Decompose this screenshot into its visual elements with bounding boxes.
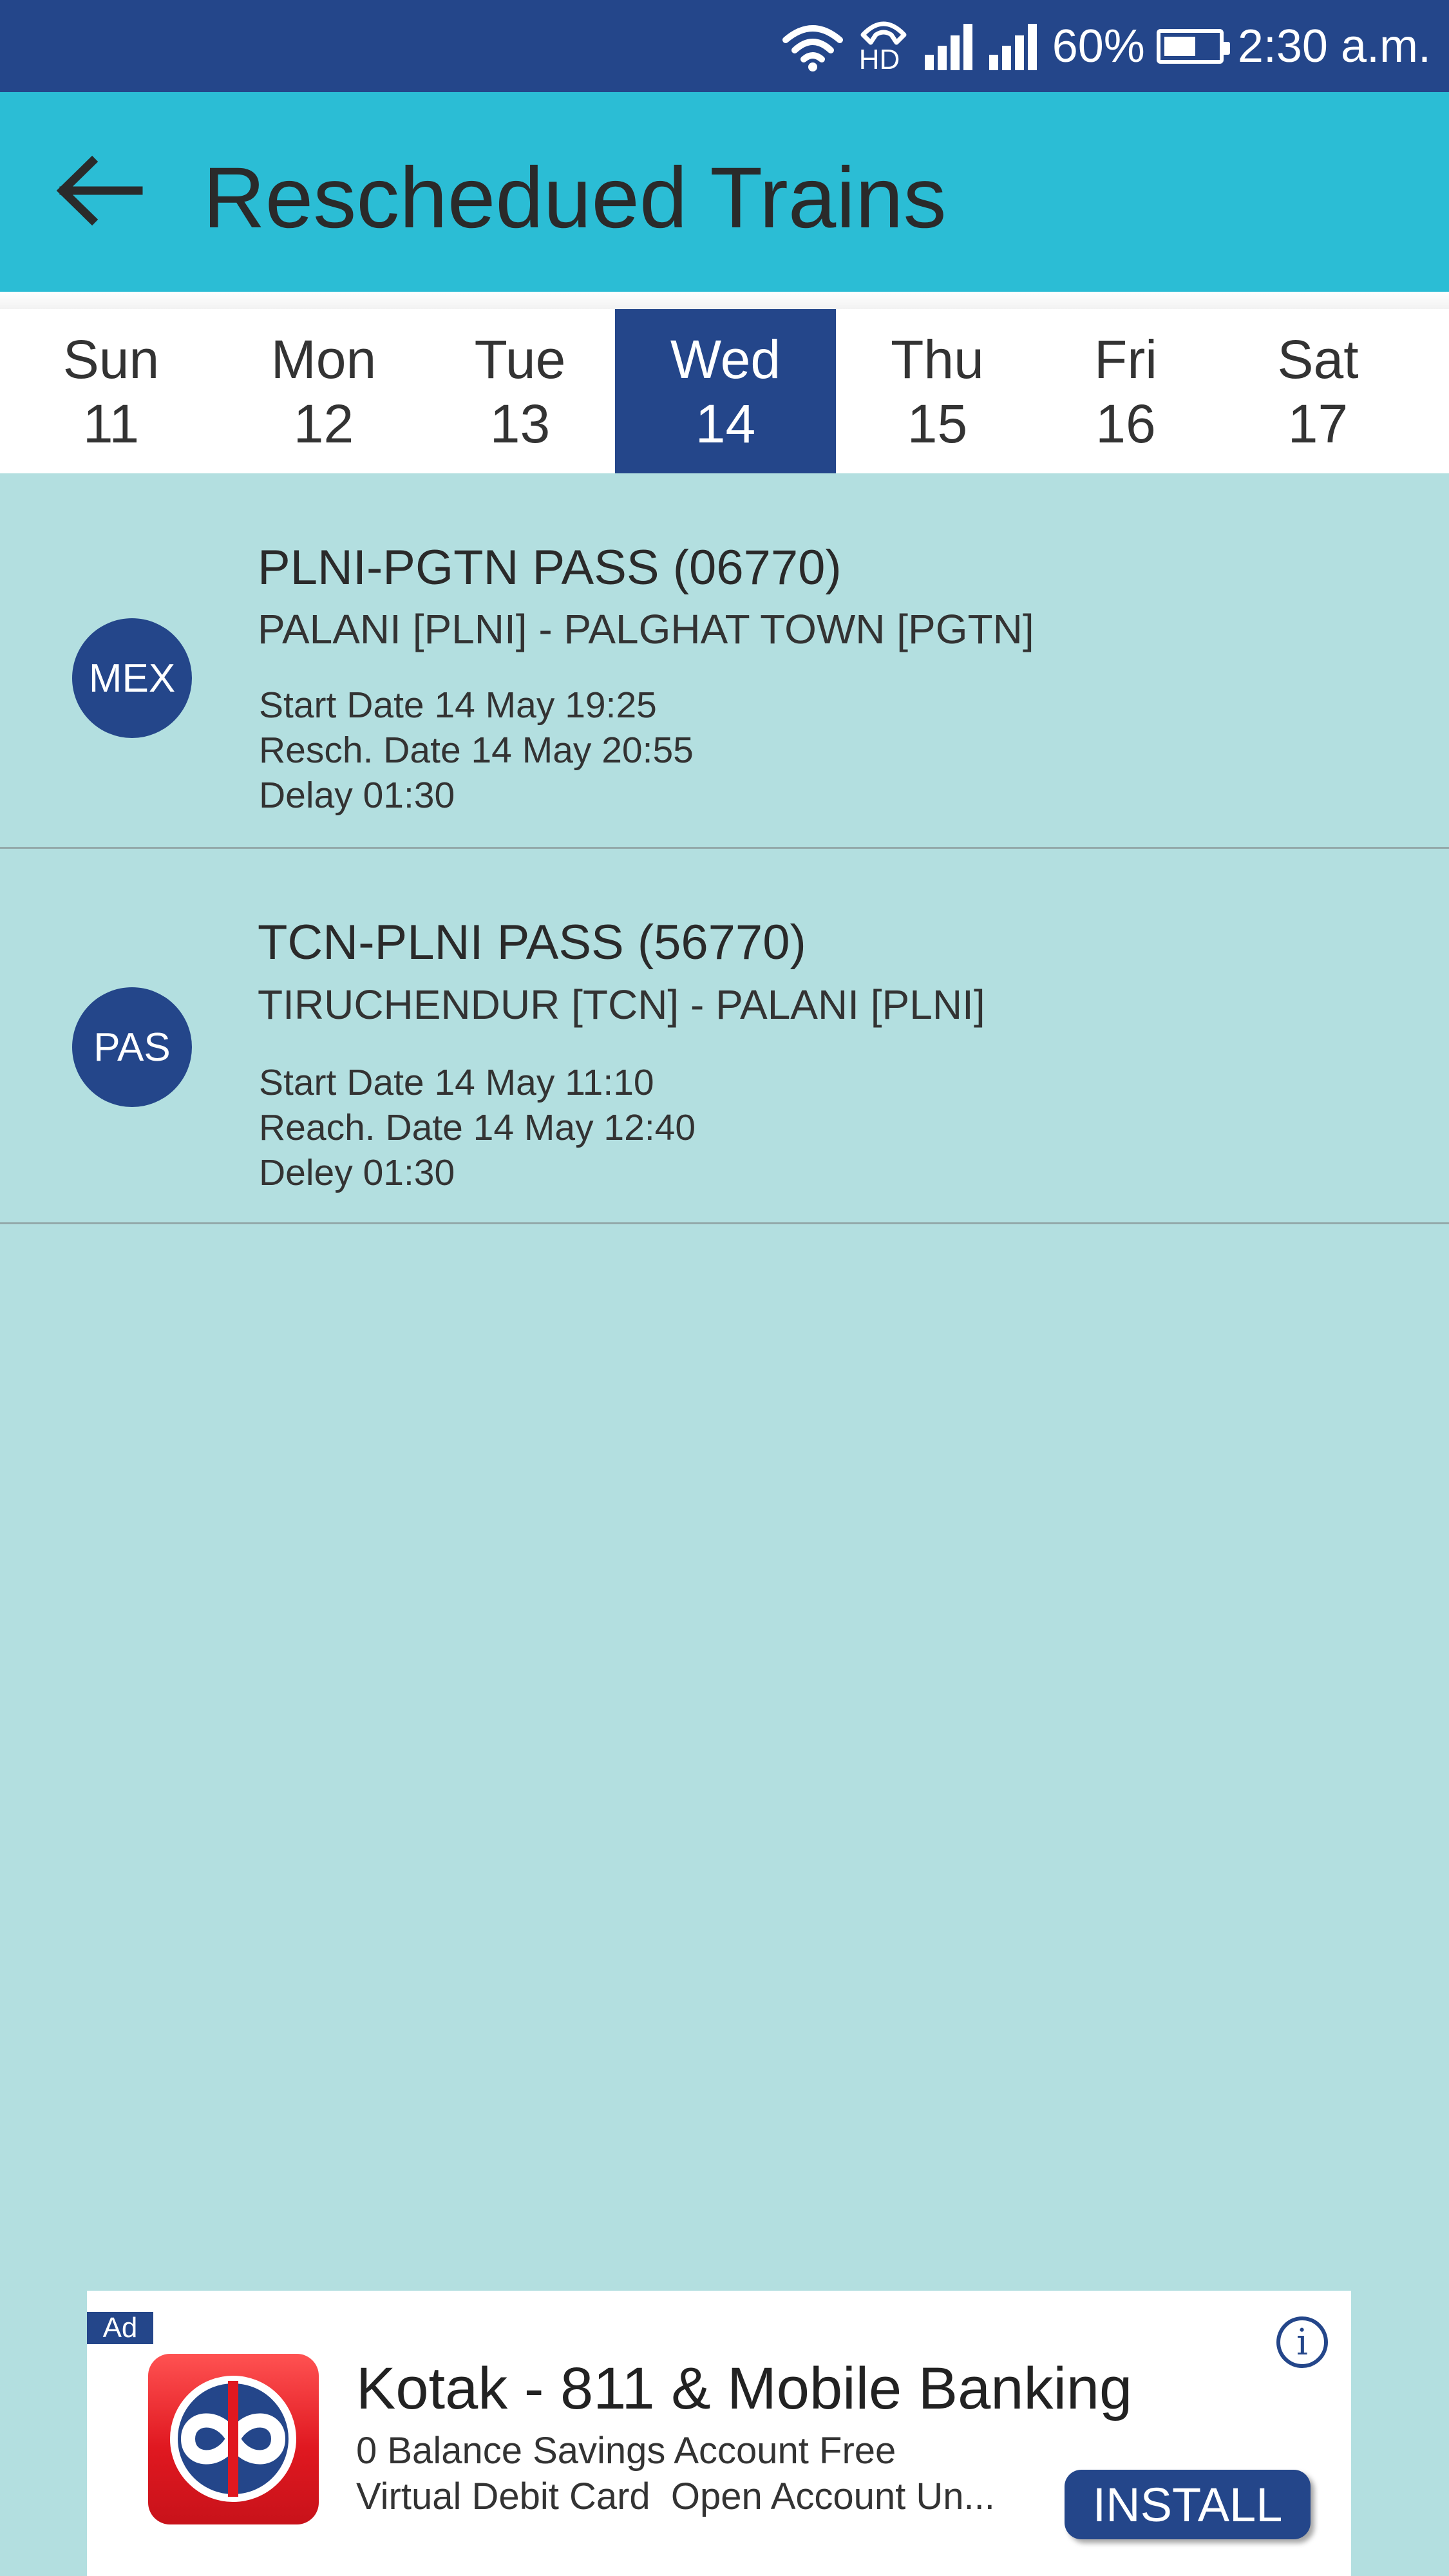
day-name: Wed [670,328,781,390]
hd-call-icon: HD [858,14,909,79]
day-name: Thu [891,328,984,390]
page-title: Reschedued Trains [203,150,947,246]
status-time: 2:30 a.m. [1237,20,1431,72]
day-tab-thu[interactable]: Thu 15 [836,309,1039,473]
battery-status: 60% [1052,20,1230,73]
day-tab-sun[interactable]: Sun 11 [0,309,222,473]
hd-label: HD [858,43,900,75]
status-icons: HD 60% 2:30 a.m. [782,0,1431,92]
day-name: Sat [1277,328,1359,390]
ad-banner[interactable]: Ad i Kotak - 811 & Mobile Banking 0 Bala… [87,2291,1351,2576]
train-name: PLNI-PGTN PASS (06770) [258,540,842,595]
day-name: Sun [62,328,160,390]
train-start-date: Start Date 14 May 11:10 [259,1062,654,1103]
back-button[interactable] [45,144,155,240]
day-tab-mon[interactable]: Mon 12 [222,309,425,473]
train-reach-date: Reach. Date 14 May 12:40 [259,1107,696,1148]
install-button[interactable]: INSTALL [1065,2470,1311,2539]
app-bar-shadow [0,292,1449,309]
day-date: 17 [1287,393,1349,454]
ad-title: Kotak - 811 & Mobile Banking [356,2356,1133,2421]
battery-tip [1223,41,1230,55]
train-route: PALANI [PLNI] - PALGHAT TOWN [PGTN] [258,606,1034,652]
train-name: TCN-PLNI PASS (56770) [258,915,806,970]
ad-description-line: Virtual Debit Card Open Account Un... [356,2476,995,2517]
train-type-badge: MEX [72,618,192,738]
day-date: 11 [82,393,140,454]
arrow-left-icon [55,155,145,229]
train-type-badge: PAS [72,987,192,1107]
signal-icon [988,21,1038,71]
status-bar: HD 60% 2:30 a.m. [0,0,1449,92]
day-tab-fri[interactable]: Fri 16 [1039,309,1213,473]
day-name: Tue [474,328,566,390]
day-date: 14 [695,393,756,454]
battery-percent: 60% [1052,20,1145,72]
day-tab-wed[interactable]: Wed 14 [615,309,836,473]
wifi-icon [782,21,844,72]
day-tab-tue[interactable]: Tue 13 [425,309,615,473]
day-name: Fri [1094,328,1157,390]
train-delay: Delay 01:30 [259,775,455,816]
list-item[interactable]: MEX PLNI-PGTN PASS (06770) PALANI [PLNI]… [0,473,1449,849]
kotak-logo-icon [148,2354,319,2524]
day-selector: Sun 11 Mon 12 Tue 13 Wed 14 Thu 15 Fri 1… [0,309,1449,473]
day-name: Mon [270,328,377,390]
ad-description-line: 0 Balance Savings Account Free [356,2430,896,2472]
train-resched-date: Resch. Date 14 May 20:55 [259,730,694,771]
day-date: 16 [1095,393,1156,454]
train-route: TIRUCHENDUR [TCN] - PALANI [PLNI] [258,981,985,1028]
day-date: 13 [489,393,551,454]
day-date: 15 [907,393,968,454]
info-icon[interactable]: i [1276,2316,1328,2368]
battery-icon [1156,28,1230,64]
train-start-date: Start Date 14 May 19:25 [259,685,657,726]
list-item[interactable]: PAS TCN-PLNI PASS (56770) TIRUCHENDUR [T… [0,849,1449,1224]
signal-icon [923,21,974,71]
ad-tag: Ad [87,2312,153,2344]
day-date: 12 [293,393,354,454]
day-tab-sat[interactable]: Sat 17 [1213,309,1423,473]
battery-fill [1164,36,1195,56]
app-bar: Reschedued Trains [0,92,1449,292]
train-delay: Deley 01:30 [259,1152,455,1193]
